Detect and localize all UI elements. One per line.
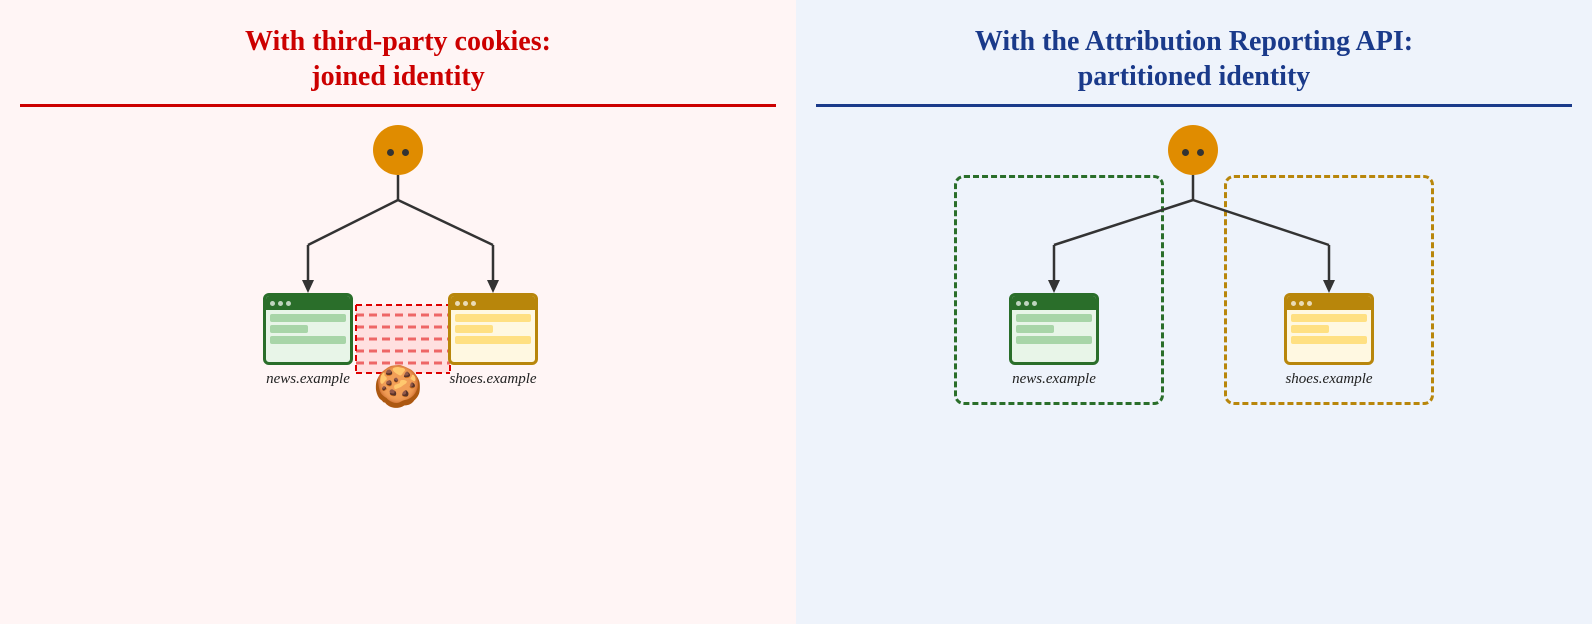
left-panel-title: With third-party cookies: joined identit… <box>245 24 551 94</box>
browser-line <box>1016 325 1054 333</box>
browser-line <box>270 336 346 344</box>
browser-line <box>270 314 346 322</box>
browser-dot <box>455 301 460 306</box>
browser-dot <box>471 301 476 306</box>
browser-dot <box>1291 301 1296 306</box>
right-divider <box>816 104 1572 107</box>
browser-line <box>1016 314 1092 322</box>
browser-dot <box>463 301 468 306</box>
left-divider <box>20 104 776 107</box>
right-panel-title: With the Attribution Reporting API: part… <box>975 24 1413 94</box>
browser-line <box>455 314 531 322</box>
browser-dot <box>1299 301 1304 306</box>
browser-shoes-left: shoes.example <box>448 293 538 388</box>
left-diagram: news.example shoes.example <box>20 125 776 604</box>
browser-shoes-right: shoes.example <box>1284 293 1374 388</box>
browser-dot <box>1307 301 1312 306</box>
shoes-label-left: shoes.example <box>448 371 538 388</box>
browser-line <box>1016 336 1092 344</box>
browser-line <box>455 325 493 333</box>
browser-line <box>1291 314 1367 322</box>
browser-line <box>1291 325 1329 333</box>
left-panel: With third-party cookies: joined identit… <box>0 0 796 624</box>
news-label-left: news.example <box>263 371 353 388</box>
browser-line <box>455 336 531 344</box>
browser-line <box>270 325 308 333</box>
browser-dot <box>278 301 283 306</box>
right-diagram: news.example shoes.example <box>934 125 1454 445</box>
right-panel: With the Attribution Reporting API: part… <box>796 0 1592 624</box>
browser-dot <box>286 301 291 306</box>
cookie-icon: 🍪 <box>373 363 423 410</box>
browser-dot <box>1032 301 1037 306</box>
browser-news-right: news.example <box>1009 293 1099 388</box>
browser-dot <box>1016 301 1021 306</box>
browser-dot <box>270 301 275 306</box>
browser-news-left: news.example <box>263 293 353 388</box>
browser-dot <box>1024 301 1029 306</box>
right-connections-svg <box>934 125 1454 445</box>
shoes-label-right: shoes.example <box>1284 371 1374 388</box>
news-label-right: news.example <box>1009 371 1099 388</box>
browser-line <box>1291 336 1367 344</box>
